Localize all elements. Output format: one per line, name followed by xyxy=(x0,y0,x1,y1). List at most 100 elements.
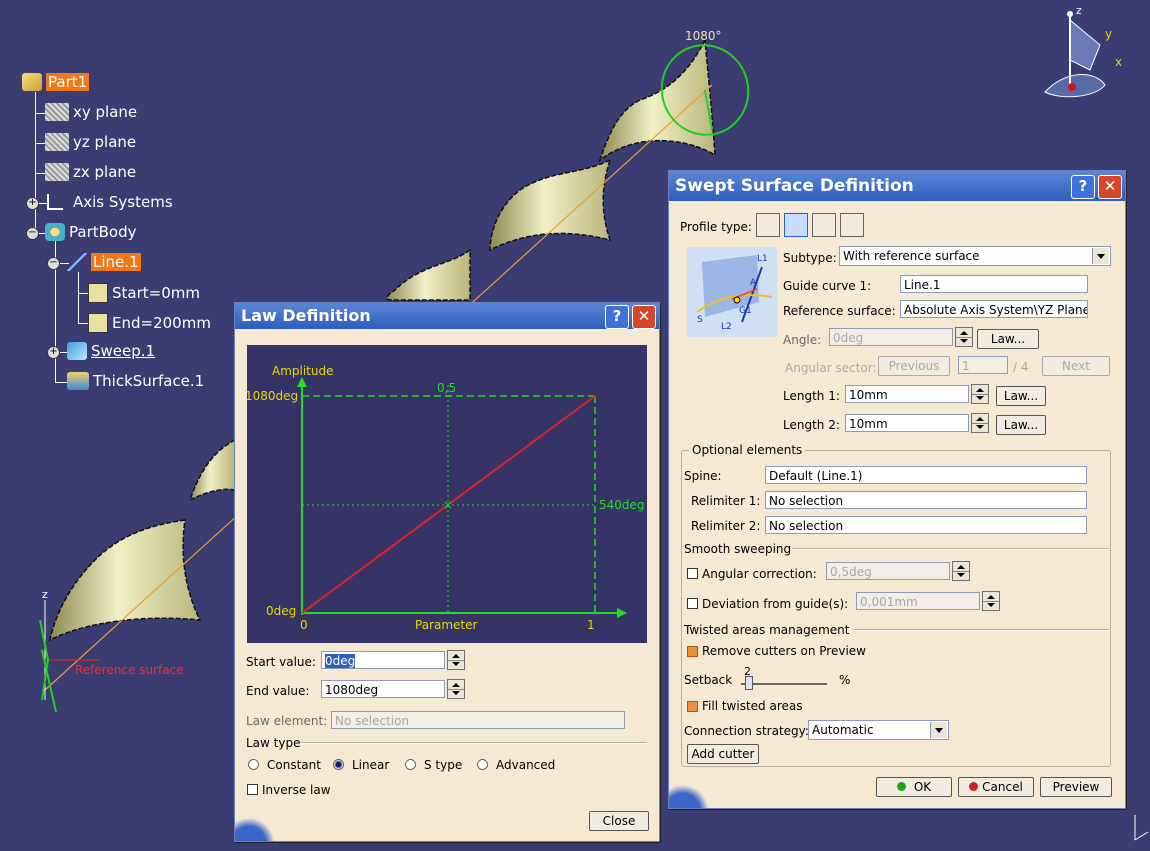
previous-button[interactable]: Previous xyxy=(878,356,950,376)
subtype-dropdown[interactable]: With reference surface xyxy=(839,246,1111,266)
close-icon[interactable]: ✕ xyxy=(1098,175,1122,199)
length2-label: Length 2: xyxy=(783,418,840,432)
swept-dialog-titlebar[interactable]: Swept Surface Definition ? ✕ xyxy=(669,171,1125,201)
length1-stepper[interactable] xyxy=(971,384,989,404)
svg-text:L1: L1 xyxy=(757,254,768,264)
radio-constant-label: Constant xyxy=(267,758,321,772)
svg-text:z: z xyxy=(42,588,48,601)
guide-curve-input[interactable]: Line.1 xyxy=(900,275,1088,293)
law-dialog-title: Law Definition xyxy=(241,306,371,325)
law-element-input[interactable]: No selection xyxy=(331,711,625,729)
length1-law-button[interactable]: Law... xyxy=(996,386,1046,406)
setback-slider[interactable] xyxy=(741,676,827,690)
law-dialog-titlebar[interactable]: Law Definition ? ✕ xyxy=(235,303,659,329)
end-value-input[interactable]: 1080deg xyxy=(321,680,445,698)
plane-icon xyxy=(45,163,69,181)
fill-twisted-checkbox[interactable] xyxy=(687,701,698,712)
svg-text:z: z xyxy=(1076,4,1082,17)
law-type-label: Law type xyxy=(246,736,301,750)
ok-button[interactable]: OK xyxy=(876,777,952,797)
relimiter1-label: Relimiter 1: xyxy=(691,494,761,508)
radio-linear[interactable] xyxy=(333,759,344,770)
profile-circle-button[interactable] xyxy=(812,213,836,237)
svg-text:1: 1 xyxy=(587,618,595,632)
tree-item-thicksurface1[interactable]: ThickSurface.1 xyxy=(67,372,204,390)
deviation-input[interactable]: 0,001mm xyxy=(856,592,980,610)
profile-explicit-button[interactable] xyxy=(756,213,780,237)
tree-item-start[interactable]: Start=0mm xyxy=(88,283,200,303)
connection-strategy-value: Automatic xyxy=(812,723,874,737)
preview-button[interactable]: Preview xyxy=(1040,777,1112,797)
tree-item-label: Line.1 xyxy=(91,253,141,271)
inverse-law-checkbox[interactable] xyxy=(247,784,258,795)
tree-item-partbody[interactable]: PartBody xyxy=(45,223,136,241)
chevron-down-icon[interactable] xyxy=(1092,248,1109,264)
line-icon xyxy=(67,253,87,271)
help-button[interactable]: ? xyxy=(1071,175,1095,199)
svg-text:0deg: 0deg xyxy=(266,604,296,618)
tree-item-zx-plane[interactable]: zx plane xyxy=(45,163,136,181)
radio-s-type[interactable] xyxy=(405,759,416,770)
start-value-stepper[interactable] xyxy=(447,650,465,670)
collapse-partbody[interactable]: − xyxy=(26,227,39,240)
tree-item-yz-plane[interactable]: yz plane xyxy=(45,133,136,151)
fill-twisted-label: Fill twisted areas xyxy=(702,699,803,713)
tree-item-label: ThickSurface.1 xyxy=(93,372,205,390)
length2-law-button[interactable]: Law... xyxy=(996,415,1046,435)
deviation-stepper[interactable] xyxy=(982,591,1000,611)
chevron-down-icon[interactable] xyxy=(930,722,947,738)
profile-line-button[interactable] xyxy=(784,213,808,237)
angle-input[interactable]: 0deg xyxy=(829,328,953,346)
part-icon xyxy=(22,73,42,91)
profile-conic-button[interactable] xyxy=(840,213,864,237)
collapse-line[interactable]: − xyxy=(47,257,60,270)
tree-item-part1[interactable]: Part1 xyxy=(22,73,90,91)
tree-item-sweep1[interactable]: Sweep.1 xyxy=(67,342,155,360)
law-close-button[interactable]: Close xyxy=(589,811,649,831)
radio-advanced[interactable] xyxy=(477,759,488,770)
tree-item-line1[interactable]: Line.1 xyxy=(67,253,141,271)
spine-input[interactable]: Default (Line.1) xyxy=(765,466,1087,484)
optional-elements-heading: Optional elements xyxy=(689,443,806,457)
angular-correction-input[interactable]: 0,5deg xyxy=(826,562,950,580)
tree-item-end[interactable]: End=200mm xyxy=(88,313,211,333)
remove-cutters-checkbox[interactable] xyxy=(687,646,698,657)
length2-input[interactable]: 10mm xyxy=(845,414,969,432)
parameter-icon xyxy=(88,283,108,303)
tree-item-label: End=200mm xyxy=(112,314,211,332)
setback-slider-thumb[interactable] xyxy=(745,676,754,690)
angle-stepper[interactable] xyxy=(955,327,973,347)
cancel-button[interactable]: Cancel xyxy=(958,777,1034,797)
connection-strategy-dropdown[interactable]: Automatic xyxy=(808,720,949,740)
svg-text:Amplitude: Amplitude xyxy=(272,364,334,378)
dialog-corner-logo xyxy=(669,782,715,808)
angular-correction-checkbox[interactable] xyxy=(687,568,698,579)
law-graph[interactable]: × Amplitude 1080deg 0,5 540deg 0deg 0 Pa… xyxy=(247,345,647,643)
length1-input[interactable]: 10mm xyxy=(845,385,969,403)
expand-axis-systems[interactable]: + xyxy=(26,197,39,210)
length2-stepper[interactable] xyxy=(971,413,989,433)
sector-input[interactable]: 1 xyxy=(958,356,1008,374)
relimiter2-input[interactable]: No selection xyxy=(765,516,1087,534)
dialog-corner-logo xyxy=(235,815,281,841)
next-button[interactable]: Next xyxy=(1042,356,1110,376)
angle-law-button[interactable]: Law... xyxy=(977,329,1039,349)
end-value-stepper[interactable] xyxy=(447,679,465,699)
compass-icon[interactable]: z y x xyxy=(1044,4,1122,98)
sweep-icon xyxy=(67,342,87,360)
deviation-checkbox[interactable] xyxy=(687,598,698,609)
add-cutter-button[interactable]: Add cutter xyxy=(687,744,759,764)
ok-icon xyxy=(896,782,906,791)
close-icon[interactable]: ✕ xyxy=(632,305,656,329)
reference-surface-input[interactable]: Absolute Axis System\YZ Plane xyxy=(900,300,1088,318)
ok-label: OK xyxy=(913,780,932,794)
angular-correction-stepper[interactable] xyxy=(952,561,970,581)
relimiter1-input[interactable]: No selection xyxy=(765,491,1087,509)
radio-constant[interactable] xyxy=(248,759,259,770)
tree-item-axis-systems[interactable]: Axis Systems xyxy=(47,193,173,211)
help-button[interactable]: ? xyxy=(605,305,629,329)
start-value-input[interactable]: 0deg xyxy=(321,651,445,669)
expand-sweep[interactable]: + xyxy=(47,346,60,359)
tree-item-xy-plane[interactable]: xy plane xyxy=(45,103,137,121)
tree-root-label: Part1 xyxy=(46,73,90,91)
